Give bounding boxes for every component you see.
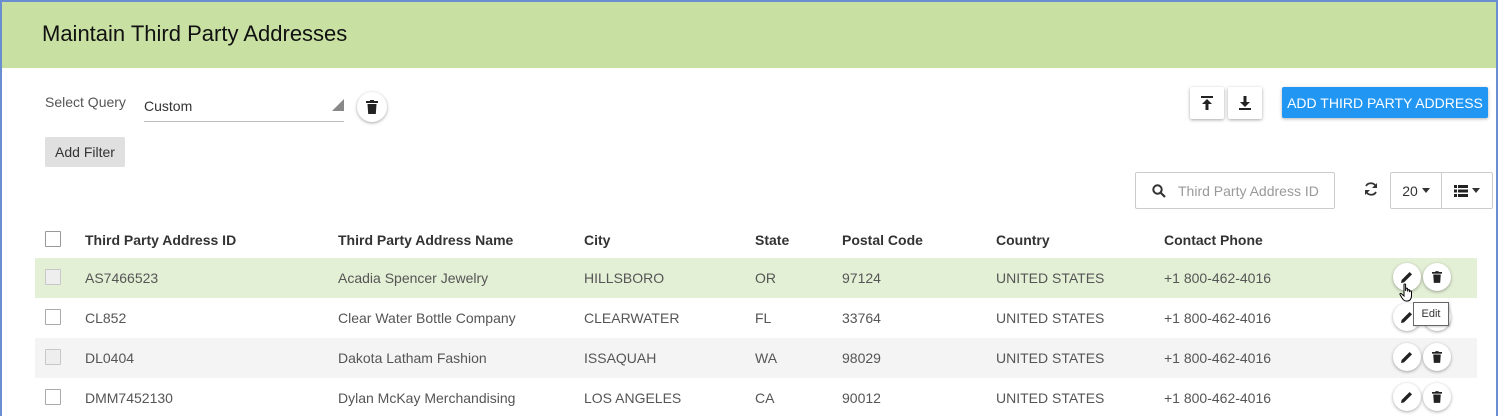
pencil-icon [1401,312,1412,323]
select-query-dropdown[interactable]: Custom [144,92,344,122]
cell-country: UNITED STATES [996,310,1105,326]
list-view-icon [1454,184,1468,197]
trash-icon [1432,391,1442,403]
chevron-down-icon [1472,188,1480,193]
delete-button[interactable] [1423,383,1451,411]
column-header-id[interactable]: Third Party Address ID [85,232,236,248]
row-checkbox[interactable] [45,389,61,405]
cell-city: LOS ANGELES [584,390,682,406]
cell-id: DMM7452130 [85,390,173,406]
page-size-value: 20 [1402,182,1418,199]
cell-name: Clear Water Bottle Company [338,310,516,326]
trash-icon [1432,351,1442,363]
cell-postal-code: 90012 [842,390,881,406]
search-box [1135,172,1335,209]
third-party-address-table: Third Party Address ID Third Party Addre… [35,220,1477,416]
trash-icon [1432,271,1442,283]
column-header-postal-code[interactable]: Postal Code [842,232,923,248]
search-icon [1152,184,1166,198]
row-checkbox[interactable] [45,269,61,285]
cell-contact-phone: +1 800-462-4016 [1164,350,1272,366]
edit-button[interactable] [1393,383,1421,411]
edit-button[interactable] [1393,343,1421,371]
column-header-country[interactable]: Country [996,232,1050,248]
column-header-state[interactable]: State [755,232,789,248]
pencil-icon [1401,352,1412,363]
refresh-button[interactable] [1363,181,1379,202]
delete-query-button[interactable] [357,92,387,122]
cell-id: AS7466523 [85,270,159,286]
cell-country: UNITED STATES [996,270,1105,286]
add-filter-button[interactable]: Add Filter [45,137,125,167]
cell-state: CA [755,390,775,406]
cell-city: HILLSBORO [584,270,665,286]
column-header-name[interactable]: Third Party Address Name [338,232,513,248]
select-query-value: Custom [144,98,193,114]
cell-state: FL [755,310,772,326]
cell-id: CL852 [85,310,127,326]
table-header: Third Party Address ID Third Party Addre… [35,220,1477,258]
table-body: AS7466523 Acadia Spencer Jewelry HILLSBORO… [35,258,1477,416]
select-all-checkbox[interactable] [45,231,61,247]
column-header-city[interactable]: City [584,232,610,248]
table-row[interactable]: DL0404 Dakota Latham Fashion ISSAQUAH WA 980… [35,338,1477,378]
page-controls: 20 [1390,172,1493,209]
cell-state: WA [755,350,778,366]
chevron-down-icon [1421,188,1430,193]
delete-button[interactable] [1423,263,1451,291]
delete-button[interactable] [1423,343,1451,371]
column-view-dropdown[interactable] [1442,173,1492,208]
cell-state: OR [755,270,776,286]
download-icon [1239,96,1251,110]
cell-contact-phone: +1 800-462-4016 [1164,270,1272,286]
cell-name: Dakota Latham Fashion [338,350,487,366]
upload-icon [1201,96,1213,110]
table-row[interactable]: CL852 Clear Water Bottle Company CLEARWATE… [35,298,1477,338]
cell-postal-code: 98029 [842,350,881,366]
cell-postal-code: 97124 [842,270,881,286]
column-header-contact-phone[interactable]: Contact Phone [1164,232,1263,248]
pencil-icon [1401,272,1412,283]
cell-name: Acadia Spencer Jewelry [338,270,489,286]
row-checkbox[interactable] [45,309,61,325]
table-row[interactable]: DMM7452130 Dylan McKay Merchandising LOS A… [35,378,1477,416]
cell-contact-phone: +1 800-462-4016 [1164,390,1272,406]
trash-icon [366,100,378,114]
cell-city: CLEARWATER [584,310,680,326]
row-checkbox[interactable] [45,349,61,365]
cell-id: DL0404 [85,350,135,366]
cell-country: UNITED STATES [996,350,1105,366]
dropdown-caret-icon [332,99,344,111]
search-input[interactable] [1178,181,1328,201]
cell-postal-code: 33764 [842,310,881,326]
cell-contact-phone: +1 800-462-4016 [1164,310,1272,326]
table-row[interactable]: AS7466523 Acadia Spencer Jewelry HILLSBORO… [35,258,1477,298]
page-title: Maintain Third Party Addresses [42,21,348,46]
edit-tooltip: Edit [1413,302,1449,326]
hand-cursor-icon [1399,283,1412,302]
cell-name: Dylan McKay Merchandising [338,390,516,406]
page-size-dropdown[interactable]: 20 [1391,173,1442,208]
page-header: Maintain Third Party Addresses [2,2,1496,68]
cell-country: UNITED STATES [996,390,1105,406]
cell-city: ISSAQUAH [584,350,657,366]
pencil-icon [1401,392,1412,403]
add-third-party-address-button[interactable]: ADD THIRD PARTY ADDRESS [1282,87,1488,118]
refresh-icon [1365,182,1377,196]
download-button[interactable] [1228,87,1262,119]
upload-button[interactable] [1190,87,1224,119]
select-query-label: Select Query [45,94,126,110]
